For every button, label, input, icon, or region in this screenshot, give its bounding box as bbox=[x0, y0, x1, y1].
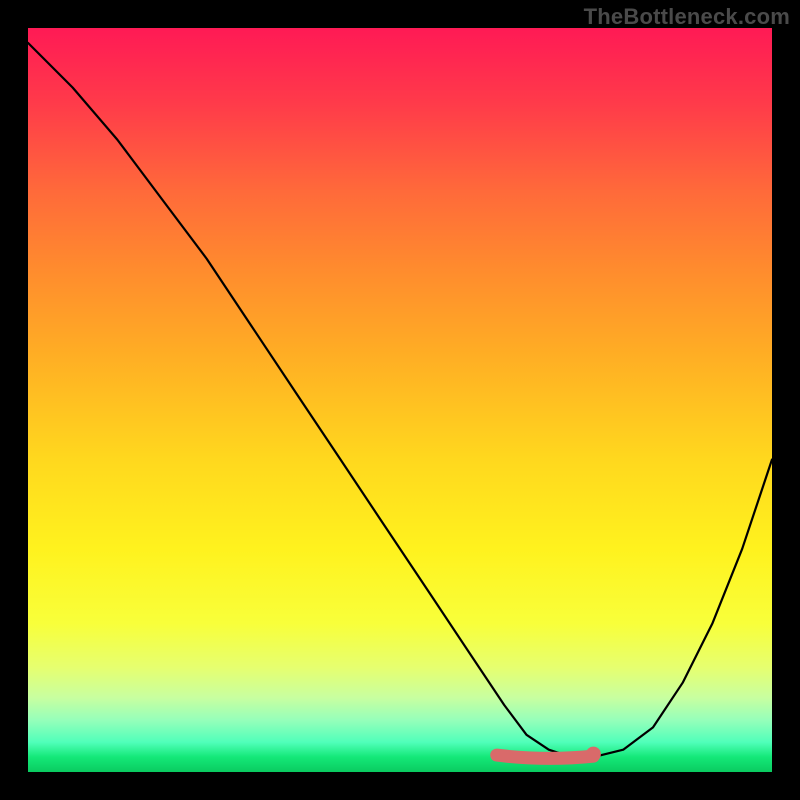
curve-layer bbox=[28, 28, 772, 772]
plot-area bbox=[28, 28, 772, 772]
bottleneck-curve bbox=[28, 43, 772, 757]
watermark-text: TheBottleneck.com bbox=[584, 4, 790, 30]
optimal-range-marker bbox=[497, 755, 594, 758]
optimal-point-dot bbox=[586, 747, 601, 762]
chart-container: TheBottleneck.com bbox=[0, 0, 800, 800]
